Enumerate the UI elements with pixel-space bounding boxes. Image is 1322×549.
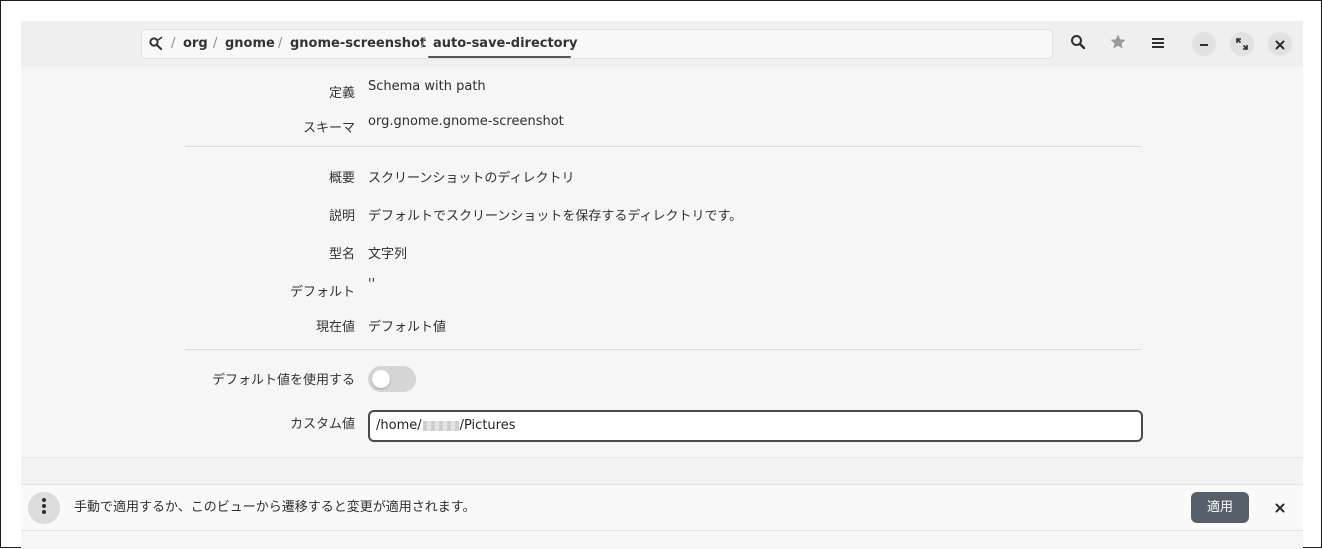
- options-button[interactable]: [28, 492, 60, 524]
- breadcrumb-separator: /: [421, 36, 426, 51]
- header-bar: / org / gnome / gnome-screenshot / auto-…: [21, 21, 1303, 67]
- close-icon: [1275, 35, 1285, 54]
- custom-value-input[interactable]: /home/ /Pictures: [368, 410, 1143, 442]
- use-default-label: デフォルト値を使用する: [211, 373, 355, 388]
- summary-label: 概要: [328, 171, 355, 186]
- close-icon: [1275, 498, 1285, 517]
- breadcrumb-item-org[interactable]: org: [183, 30, 208, 58]
- search-icon: [1070, 34, 1086, 54]
- default-label: デフォルト: [289, 285, 355, 300]
- definition-value: Schema with path: [368, 79, 486, 94]
- vertical-dots-icon: [41, 497, 47, 519]
- pending-changes-infobar: 手動で適用するか、このビューから遷移すると変更が適用されます。 適用: [21, 484, 1303, 531]
- infobar-message: 手動で適用するか、このビューから遷移すると変更が適用されます。: [74, 500, 476, 515]
- close-button[interactable]: [1268, 32, 1292, 56]
- search-button[interactable]: [1066, 32, 1090, 56]
- custom-value-prefix: /home/: [376, 418, 422, 433]
- use-default-switch[interactable]: [368, 366, 416, 392]
- dconf-root-icon[interactable]: [148, 36, 164, 52]
- minimize-button[interactable]: [1192, 32, 1216, 56]
- breadcrumb-separator: /: [171, 36, 176, 51]
- hamburger-menu-icon: [1151, 35, 1165, 54]
- maximize-button[interactable]: [1230, 32, 1254, 56]
- breadcrumb-item-gnome[interactable]: gnome: [225, 30, 275, 58]
- breadcrumb: / org / gnome / gnome-screenshot / auto-…: [141, 29, 1053, 59]
- active-crumb-indicator: [428, 56, 571, 58]
- current-value-label: 現在値: [315, 320, 355, 335]
- screen-frame: / org / gnome / gnome-screenshot / auto-…: [0, 0, 1322, 549]
- type-value: 文字列: [368, 247, 408, 262]
- section-divider: [185, 146, 1141, 147]
- definition-label: 定義: [328, 86, 355, 101]
- breadcrumb-separator: /: [213, 36, 218, 51]
- bookmark-button[interactable]: [1106, 32, 1130, 56]
- redacted-username: [422, 420, 459, 431]
- description-label: 説明: [328, 209, 355, 224]
- breadcrumb-separator: /: [278, 36, 283, 51]
- default-value: '': [368, 277, 376, 292]
- custom-value-suffix: /Pictures: [459, 418, 516, 433]
- minimize-icon: [1199, 35, 1209, 54]
- type-label: 型名: [328, 247, 355, 262]
- content-bottom-strip: [21, 457, 1303, 485]
- dismiss-infobar-button[interactable]: [1269, 496, 1291, 518]
- section-divider: [185, 349, 1141, 350]
- star-icon: [1109, 33, 1127, 55]
- main-menu-button[interactable]: [1146, 32, 1170, 56]
- description-value: デフォルトでスクリーンショットを保存するディレクトリです。: [368, 209, 743, 224]
- dconf-editor-window: / org / gnome / gnome-screenshot / auto-…: [21, 21, 1303, 549]
- switch-knob: [372, 370, 390, 388]
- custom-value-label: カスタム値: [289, 417, 355, 432]
- schema-label: スキーマ: [302, 121, 355, 136]
- summary-value: スクリーンショットのディレクトリ: [368, 171, 575, 186]
- schema-value: org.gnome.gnome-screenshot: [368, 114, 564, 129]
- current-value: デフォルト値: [368, 320, 447, 335]
- breadcrumb-item-auto-save-directory[interactable]: auto-save-directory: [433, 30, 578, 58]
- apply-button[interactable]: 適用: [1191, 492, 1249, 523]
- maximize-icon: [1236, 35, 1248, 54]
- breadcrumb-item-gnome-screenshot[interactable]: gnome-screenshot: [290, 30, 426, 58]
